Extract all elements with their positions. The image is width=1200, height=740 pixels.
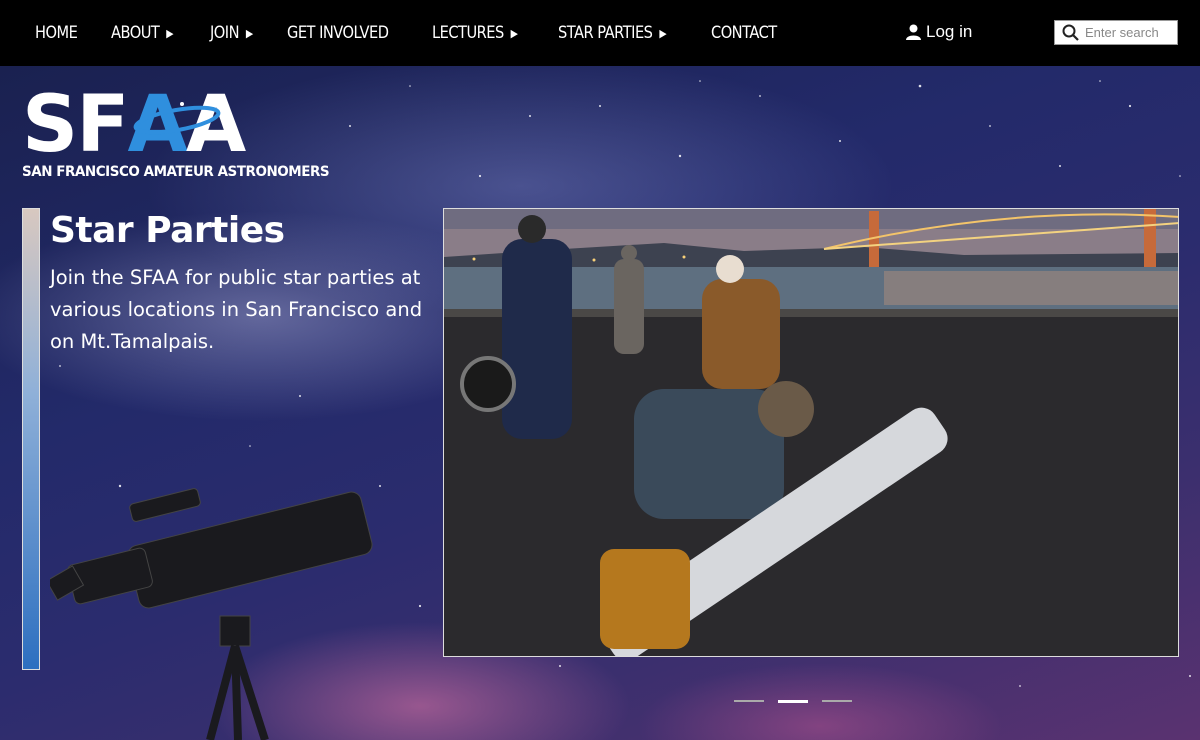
nav-item-lectures[interactable]: LECTURES ▶ (431, 0, 518, 66)
sfaa-logo[interactable]: S F A A SAN FRANCISCO AMATEUR ASTRONOMER… (22, 80, 352, 180)
nav-item-contact[interactable]: CONTACT (711, 0, 777, 66)
nav-label: GET INVOLVED (286, 23, 389, 43)
caret-right-icon: ▶ (166, 26, 174, 40)
nav-label: ABOUT (111, 23, 160, 43)
main-menu: HOME ABOUT ▶ JOIN ▶ GET INVOLVED LECTURES ▶… (0, 0, 814, 66)
search-input[interactable] (1085, 25, 1177, 40)
caret-right-icon: ▶ (246, 26, 253, 40)
nav-label: HOME (35, 23, 78, 43)
nav-item-star-parties[interactable]: STAR PARTIES ▶ (558, 0, 667, 66)
search-icon (1062, 24, 1079, 41)
caret-right-icon: ▶ (659, 26, 667, 40)
nav-label: STAR PARTIES (558, 23, 653, 43)
carousel-dot-2-active[interactable] (778, 700, 808, 703)
nav-label: LECTURES (431, 23, 504, 43)
logo-letter: S (22, 80, 78, 170)
user-icon (906, 24, 921, 40)
caret-right-icon: ▶ (510, 26, 518, 40)
nav-item-get-involved[interactable]: GET INVOLVED (286, 0, 389, 66)
previous-slide-preview[interactable] (22, 208, 40, 670)
nav-label: CONTACT (710, 23, 777, 43)
star-party-photo (444, 209, 1178, 656)
nav-item-home[interactable]: HOME (35, 0, 78, 66)
carousel-indicators (734, 700, 866, 703)
login-link[interactable]: Log in (906, 22, 972, 42)
slide-photo (443, 208, 1179, 657)
top-navigation-bar: HOME ABOUT ▶ JOIN ▶ GET INVOLVED LECTURES ▶… (0, 0, 1200, 66)
logo-letter: F (76, 80, 129, 170)
slide-description: Join the SFAA for public star parties at… (50, 266, 423, 353)
slide-title: Star Parties (50, 210, 285, 251)
hero-banner: S F A A SAN FRANCISCO AMATEUR ASTRONOMER… (0, 66, 1200, 740)
telescope-silhouette (50, 488, 373, 740)
planet-ring-icon (133, 102, 221, 135)
logo-subtitle: SAN FRANCISCO AMATEUR ASTRONOMERS (22, 164, 330, 180)
nav-item-join[interactable]: JOIN ▶ (210, 0, 253, 66)
nav-item-about[interactable]: ABOUT ▶ (111, 0, 173, 66)
login-label: Log in (926, 22, 973, 41)
carousel-dot-1[interactable] (734, 700, 764, 702)
nav-label: JOIN (210, 23, 240, 43)
carousel-dot-3[interactable] (822, 700, 852, 702)
search-box[interactable] (1054, 20, 1178, 45)
